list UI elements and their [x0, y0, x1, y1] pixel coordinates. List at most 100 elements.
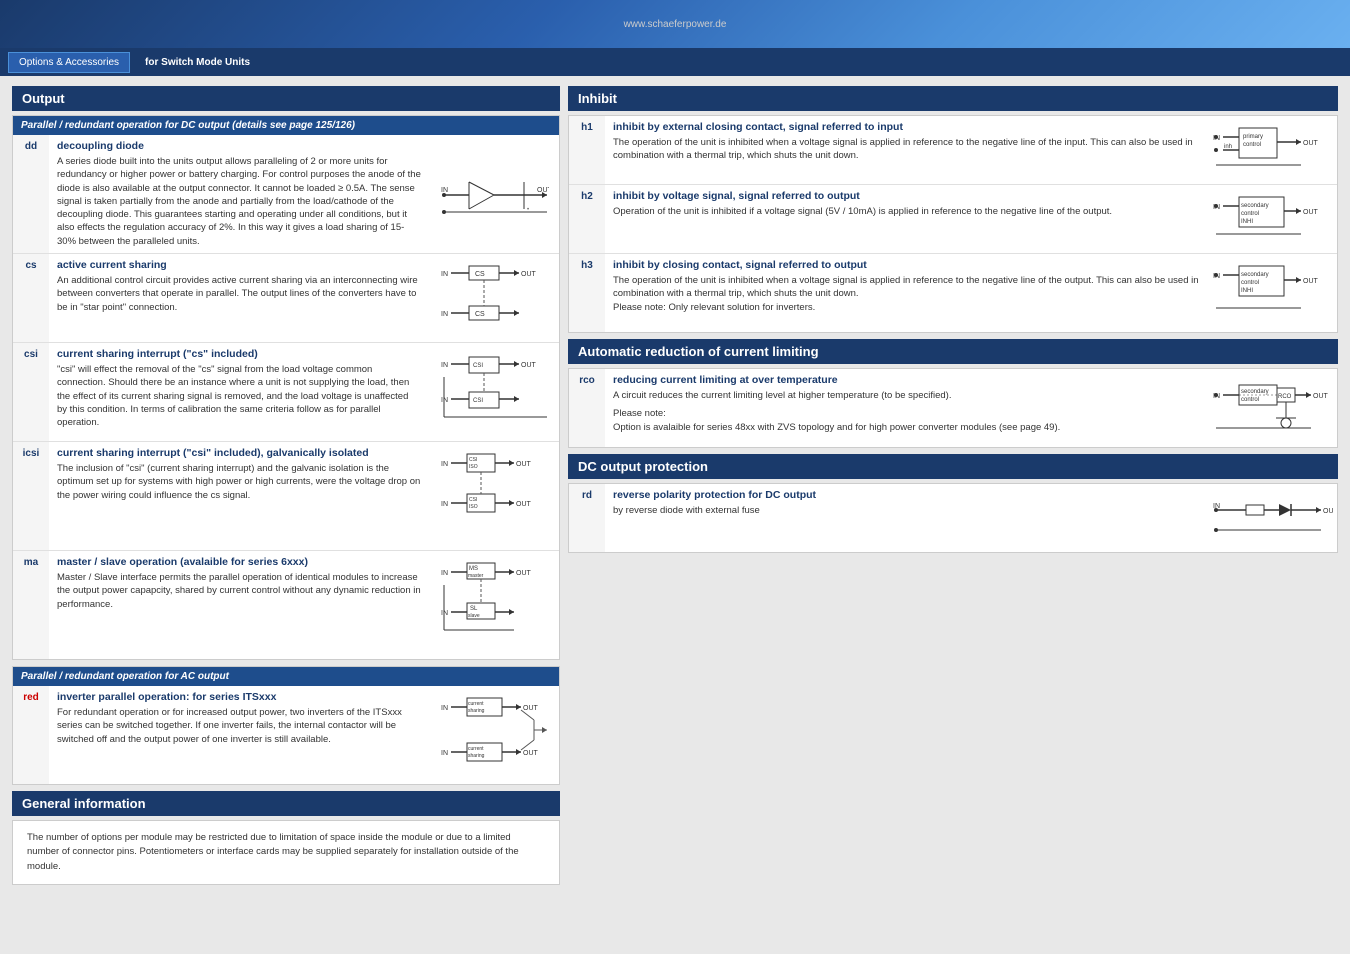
table-row: csi current sharing interrupt ("cs" incl… — [13, 343, 559, 442]
text-icsi: The inclusion of "csi" (current sharing … — [57, 462, 421, 502]
svg-text:master: master — [468, 573, 484, 579]
svg-text:OUT: OUT — [521, 271, 537, 278]
svg-text:ISO: ISO — [469, 464, 478, 470]
cs-circuit-diagram: IN CS OUT IN CS — [439, 258, 549, 338]
code-ma: ma — [13, 551, 49, 659]
diagram-ma: IN MS master OUT IN SL sl — [429, 551, 559, 659]
svg-text:CSI: CSI — [473, 363, 483, 369]
inhibit-panel: h1 inhibit by external closing contact, … — [568, 115, 1338, 333]
parallel-ac-header: Parallel / redundant operation for AC ou… — [13, 667, 559, 686]
dc-protection-header: DC output protection — [568, 454, 1338, 479]
text-ma: Master / Slave interface permits the par… — [57, 571, 421, 611]
h3-circuit-diagram: IN secondary control INHI OUT — [1211, 258, 1333, 328]
svg-text:OUT: OUT — [521, 362, 537, 369]
h1-circuit-diagram: IN inh primary control OUT — [1211, 120, 1333, 180]
code-h3: h3 — [569, 254, 605, 332]
svg-text:sharing: sharing — [468, 708, 485, 714]
svg-text:secondary: secondary — [1241, 203, 1269, 209]
dd-circuit-diagram: IN OUT • — [439, 167, 549, 222]
title-h1: inhibit by external closing contact, sig… — [613, 121, 1199, 133]
code-rco: rco — [569, 369, 605, 447]
svg-text:OUT: OUT — [1303, 278, 1319, 285]
parallel-dc-panel: Parallel / redundant operation for DC ou… — [12, 115, 560, 660]
code-csi: csi — [13, 343, 49, 441]
svg-text:OUT: OUT — [1303, 140, 1319, 147]
rco-circuit-diagram: IN secondary control RCO OUT — [1211, 373, 1333, 443]
title-rd: reverse polarity protection for DC outpu… — [613, 489, 1199, 501]
text-h1: The operation of the unit is inhibited w… — [613, 136, 1199, 163]
svg-text:RCO: RCO — [1278, 394, 1292, 400]
svg-text:control: control — [1241, 211, 1259, 217]
svg-text:OUT: OUT — [516, 570, 532, 577]
table-row: ma master / slave operation (avalaible f… — [13, 551, 559, 659]
rd-circuit-diagram: IN OUT — [1211, 488, 1333, 548]
parallel-ac-panel: Parallel / redundant operation for AC ou… — [12, 666, 560, 785]
svg-text:IN: IN — [441, 187, 448, 194]
svg-text:IN: IN — [441, 461, 448, 468]
diagram-h3: IN secondary control INHI OUT — [1207, 254, 1337, 332]
svg-text:primary: primary — [1243, 134, 1263, 140]
code-h1: h1 — [569, 116, 605, 184]
code-rd: rd — [569, 484, 605, 552]
red-circuit-diagram: IN current sharing OUT IN — [439, 690, 549, 780]
auto-reduction-panel: rco reducing current limiting at over te… — [568, 368, 1338, 448]
diagram-icsi: IN CSI ISO OUT IN CSI ISO — [429, 442, 559, 550]
nav-options[interactable]: Options & Accessories — [8, 52, 130, 73]
svg-text:IN: IN — [441, 705, 448, 712]
svg-text:sharing: sharing — [468, 753, 485, 759]
text-rd: by reverse diode with external fuse — [613, 504, 1199, 517]
diagram-rco: IN secondary control RCO OUT — [1207, 369, 1337, 447]
text-rco: A circuit reduces the current limiting l… — [613, 389, 1199, 402]
title-csi: current sharing interrupt ("cs" included… — [57, 348, 421, 360]
diagram-red: IN current sharing OUT IN — [429, 686, 559, 784]
code-dd: dd — [13, 135, 49, 253]
svg-text:ISO: ISO — [469, 504, 478, 510]
svg-text:control: control — [1243, 142, 1261, 148]
table-row: icsi current sharing interrupt ("csi" in… — [13, 442, 559, 551]
title-icsi: current sharing interrupt ("csi" include… — [57, 447, 421, 459]
text-h3: The operation of the unit is inhibited w… — [613, 274, 1199, 314]
svg-text:CSI: CSI — [469, 457, 477, 463]
svg-text:current: current — [468, 746, 484, 752]
text-cs: An additional control circuit provides a… — [57, 274, 421, 314]
table-row: cs active current sharing An additional … — [13, 254, 559, 343]
table-row: rd reverse polarity protection for DC ou… — [569, 484, 1337, 552]
title-red: inverter parallel operation: for series … — [57, 691, 421, 703]
diagram-csi: IN CSI OUT IN CSI — [429, 343, 559, 441]
table-row: dd decoupling diode A series diode built… — [13, 135, 559, 254]
auto-reduction-header: Automatic reduction of current limiting — [568, 339, 1338, 364]
text-red: For redundant operation or for increased… — [57, 706, 421, 746]
svg-text:IN: IN — [441, 362, 448, 369]
svg-text:CSI: CSI — [469, 497, 477, 503]
text-h2: Operation of the unit is inhibited if a … — [613, 205, 1199, 218]
svg-text:INHI: INHI — [1241, 219, 1253, 225]
title-h3: inhibit by closing contact, signal refer… — [613, 259, 1199, 271]
title-ma: master / slave operation (avalaible for … — [57, 556, 421, 568]
svg-text:OUT: OUT — [1313, 393, 1329, 400]
table-row: h1 inhibit by external closing contact, … — [569, 116, 1337, 185]
text-csi: "csi" will effect the removal of the "cs… — [57, 363, 421, 429]
diagram-h1: IN inh primary control OUT — [1207, 116, 1337, 184]
svg-text:slave: slave — [468, 613, 480, 619]
svg-text:CS: CS — [475, 271, 485, 278]
svg-text:IN: IN — [441, 501, 448, 508]
icsi-circuit-diagram: IN CSI ISO OUT IN CSI ISO — [439, 446, 549, 546]
code-icsi: icsi — [13, 442, 49, 550]
svg-text:OUT: OUT — [516, 501, 532, 508]
table-row: rco reducing current limiting at over te… — [569, 369, 1337, 447]
title-cs: active current sharing — [57, 259, 421, 271]
nav-bar: Options & Accessories for Switch Mode Un… — [0, 48, 1350, 76]
h2-circuit-diagram: IN secondary control INHI OUT — [1211, 189, 1333, 249]
text-dd: A series diode built into the units outp… — [57, 155, 421, 248]
svg-text:OUT: OUT — [516, 461, 532, 468]
top-header: www.schaeferpower.de — [0, 0, 1350, 48]
nav-switch-mode[interactable]: for Switch Mode Units — [134, 52, 261, 73]
code-red: red — [13, 686, 49, 784]
svg-text:inh: inh — [1224, 144, 1232, 150]
diagram-h2: IN secondary control INHI OUT — [1207, 185, 1337, 253]
svg-text:OUT: OUT — [523, 750, 539, 757]
title-rco: reducing current limiting at over temper… — [613, 374, 1199, 386]
svg-text:control: control — [1241, 397, 1259, 403]
svg-text:control: control — [1241, 280, 1259, 286]
note-rco: Please note: Option is avalaible for ser… — [613, 407, 1199, 434]
